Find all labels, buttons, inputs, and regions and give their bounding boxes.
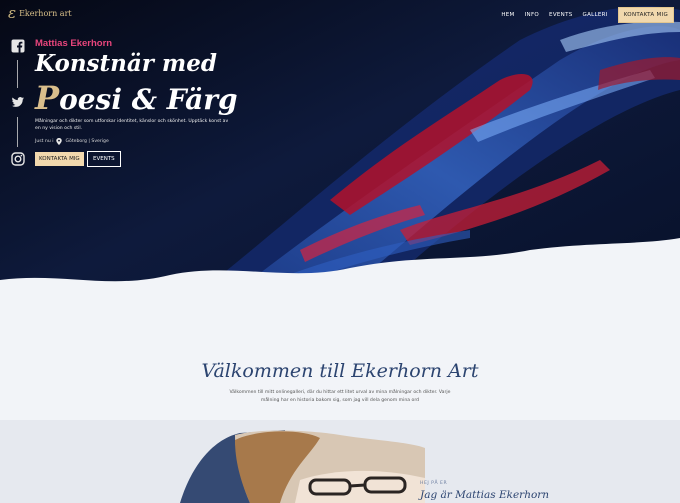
map-pin-icon (56, 138, 63, 145)
welcome-text: Välkommen till mitt onlinegalleri, där d… (229, 390, 451, 403)
location-prefix: Just nu i (35, 139, 54, 144)
hero-description: Målningar och dikter som utforskar ident… (35, 119, 229, 131)
logo-text: Ekerhorn art (19, 8, 72, 18)
main-nav: HEM INFO EVENTS GALLERI KONTAKTA MIG (501, 7, 674, 23)
artist-portrait (180, 430, 425, 503)
about-heading: Jag är Mattias Ekerhorn (420, 489, 550, 501)
hero-location: Just nu i Göteborg | Sverige (35, 138, 109, 145)
location-text: Göteborg | Sverige (65, 139, 109, 144)
instagram-icon[interactable] (11, 152, 25, 166)
artist-name: Mattias Ekerhorn (35, 38, 113, 49)
hero-events-button[interactable]: EVENTS (87, 151, 121, 167)
hero-contact-button[interactable]: KONTAKTA MIG (35, 152, 84, 166)
nav-contact-button[interactable]: KONTAKTA MIG (617, 7, 674, 23)
welcome-heading: Välkommen till Ekerhorn Art (201, 360, 479, 382)
nav-item-events[interactable]: EVENTS (549, 12, 572, 18)
social-divider (17, 60, 18, 88)
nav-item-hem[interactable]: HEM (501, 12, 514, 18)
site-logo[interactable]: ε Ekerhorn art (8, 4, 72, 22)
hero-title-line2: Poesi & Färg (35, 79, 238, 117)
about-section: HEJ PÅ ER Jag är Mattias Ekerhorn (0, 420, 680, 503)
hero-title-accent: P (35, 79, 60, 117)
nav-item-galleri[interactable]: GALLERI (583, 12, 608, 18)
facebook-icon[interactable] (11, 39, 25, 53)
hero-title-rest: oesi & Färg (59, 83, 238, 116)
hero-title-line1: Konstnär med (35, 50, 217, 77)
nav-item-info[interactable]: INFO (525, 12, 539, 18)
twitter-icon[interactable] (11, 95, 25, 109)
about-eyebrow: HEJ PÅ ER (420, 481, 448, 486)
logo-mark-icon: ε (8, 4, 17, 22)
social-divider (17, 117, 18, 147)
